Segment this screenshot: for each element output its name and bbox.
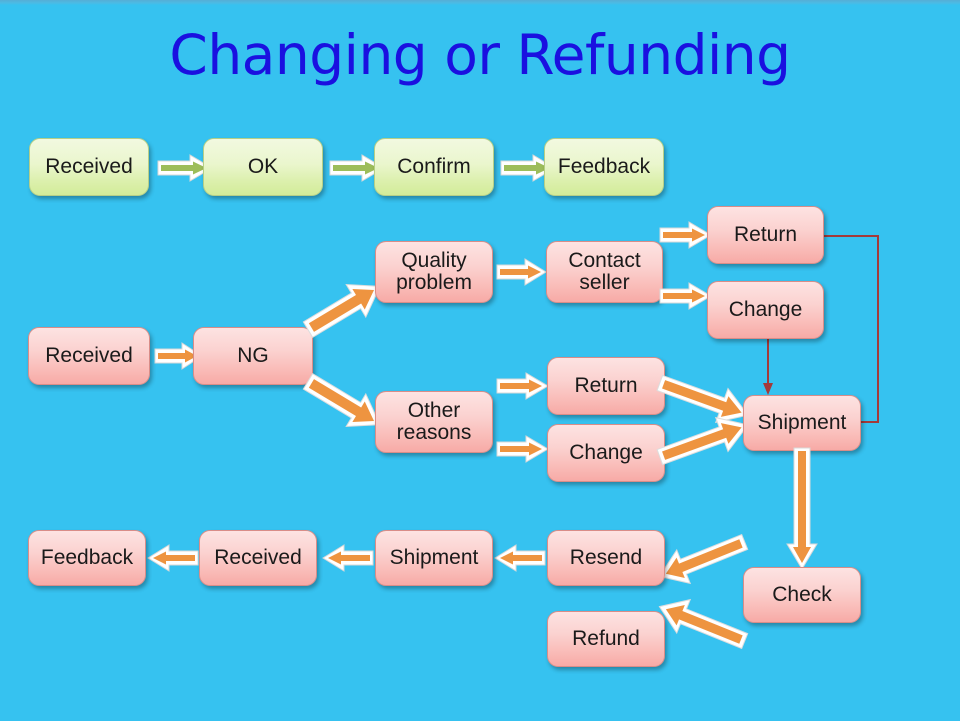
node-ng-received[interactable]: Received (28, 327, 150, 385)
node-return-mid[interactable]: Return (547, 357, 665, 415)
node-ok-ok[interactable]: OK (203, 138, 323, 196)
node-label: Resend (569, 545, 643, 569)
node-contact-seller[interactable]: Contact seller (546, 241, 663, 303)
page-title: Changing or Refunding (169, 23, 791, 87)
node-change-mid[interactable]: Change (547, 424, 665, 482)
arrow-other-reasons-to-return-mid (496, 372, 549, 400)
arrow-other-reasons-to-change-mid (496, 435, 549, 463)
arrow-quality-problem-to-contact-seller (496, 258, 547, 286)
node-ok-feedback[interactable]: Feedback (544, 138, 664, 196)
node-shipment[interactable]: Shipment (743, 395, 861, 451)
node-label: OK (247, 154, 279, 178)
node-label: Confirm (397, 154, 471, 178)
arrow-shipment2-to-received2 (322, 544, 374, 572)
node-ng[interactable]: NG (193, 327, 313, 385)
slide-canvas: Changing or Refunding Received OK Confir… (0, 0, 960, 721)
node-shipment2[interactable]: Shipment (375, 530, 493, 586)
node-ok-confirm[interactable]: Confirm (374, 138, 494, 196)
node-label: Refund (572, 626, 640, 650)
node-check[interactable]: Check (743, 567, 861, 623)
node-ok-received[interactable]: Received (29, 138, 149, 196)
slide-top-edge (0, 0, 960, 5)
arrow-contact-seller-to-return-top (659, 221, 712, 249)
node-label: NG (237, 343, 269, 367)
node-resend[interactable]: Resend (547, 530, 665, 586)
arrow-resend-to-shipment2 (494, 544, 546, 572)
node-label: Received (45, 343, 133, 367)
node-other-reasons[interactable]: Other reasons (375, 391, 493, 453)
node-label: Received (45, 154, 133, 178)
node-quality-problem[interactable]: Quality problem (375, 241, 493, 303)
node-refund[interactable]: Refund (547, 611, 665, 667)
node-label: Return (574, 373, 638, 397)
arrow-change-mid-to-shipment (655, 412, 753, 470)
node-label: Return (733, 222, 798, 246)
node-label: Shipment (757, 410, 847, 434)
arrow-contact-seller-to-change-top (659, 282, 712, 310)
node-label: Change (569, 440, 643, 464)
node-label: Feedback (40, 545, 134, 569)
node-return-top[interactable]: Return (707, 206, 824, 264)
node-feedback-bottom[interactable]: Feedback (28, 530, 146, 586)
node-label: Other reasons (396, 398, 472, 444)
node-label: Check (772, 582, 832, 606)
node-label: Shipment (389, 545, 479, 569)
arrow-received2-to-feedback (147, 544, 199, 572)
arrow-check-to-refund (655, 595, 750, 653)
node-label: Received (214, 545, 302, 569)
arrow-check-to-resend (655, 530, 750, 588)
connector-change-top-to-shipment (760, 335, 776, 397)
arrow-shipment-to-check (786, 447, 818, 570)
node-label: Quality problem (396, 248, 472, 294)
node-label: Change (728, 297, 803, 321)
node-label: Contact seller (568, 248, 641, 294)
node-change-top[interactable]: Change (707, 281, 824, 339)
node-label: Feedback (557, 154, 651, 178)
node-received2[interactable]: Received (199, 530, 317, 586)
